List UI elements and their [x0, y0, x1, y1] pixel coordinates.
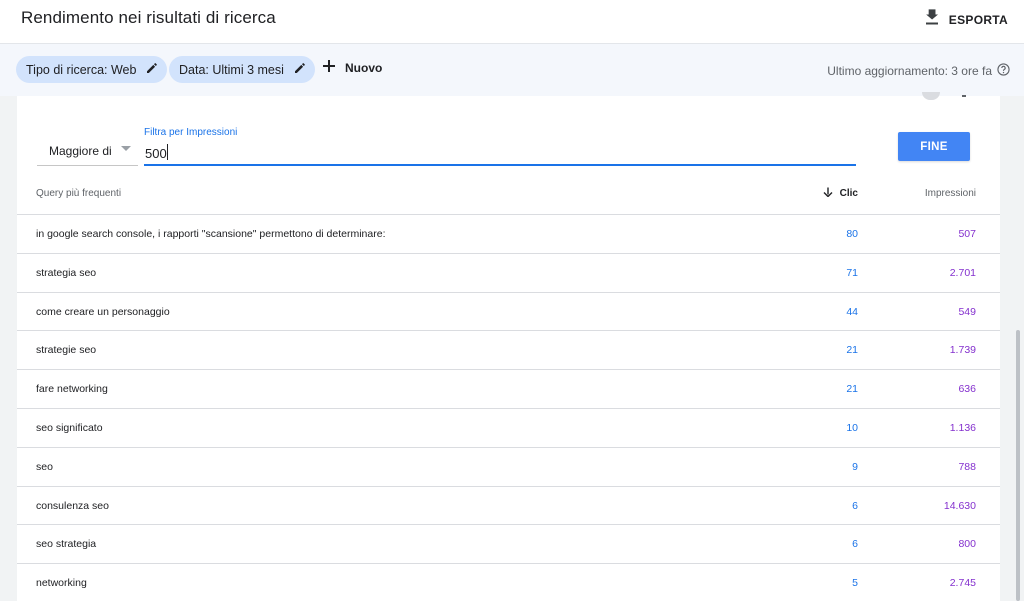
plus-icon	[321, 58, 337, 77]
page-scrollbar[interactable]	[1016, 330, 1020, 601]
clicks-cell: 6	[852, 538, 858, 551]
clicks-cell: 21	[846, 344, 858, 357]
impressions-cell: 2.701	[949, 266, 976, 279]
impressions-cell: 788	[958, 460, 976, 473]
column-header-clicks[interactable]: Clic	[823, 187, 858, 200]
filter-rows-icon[interactable]	[922, 92, 940, 100]
impressions-cell: 549	[958, 305, 976, 318]
pencil-icon	[146, 62, 158, 77]
page-title: Rendimento nei risultati di ricerca	[21, 8, 276, 27]
clicks-cell: 9	[852, 460, 858, 473]
column-header-clicks-label: Clic	[839, 188, 858, 199]
table-row[interactable]: strategie seo 21 1.739	[17, 331, 1000, 371]
done-button[interactable]: FINE	[898, 132, 970, 161]
table-row[interactable]: networking 5 2.745	[17, 564, 1000, 601]
impressions-cell: 14.630	[943, 499, 976, 512]
clicks-cell: 21	[846, 383, 858, 396]
table-row[interactable]: seo significato 10 1.136	[17, 409, 1000, 448]
text-cursor	[167, 144, 168, 160]
impressions-cell: 1.739	[949, 344, 976, 357]
clicks-cell: 6	[852, 499, 858, 512]
new-filter-label: Nuovo	[345, 60, 383, 75]
arrow-down-icon	[823, 187, 833, 200]
table-row[interactable]: seo 9 788	[17, 448, 1000, 487]
impressions-cell: 2.745	[949, 577, 976, 590]
clicks-cell: 71	[846, 266, 858, 279]
query-cell: seo significato	[36, 421, 103, 434]
query-cell: strategia seo	[36, 266, 97, 279]
table-row[interactable]: consulenza seo 6 14.630	[17, 487, 1000, 526]
value-field-label: Filtra per Impressioni	[144, 127, 238, 138]
table-row[interactable]: fare networking 21 636	[17, 370, 1000, 409]
clicks-cell: 5	[852, 577, 858, 590]
date-chip[interactable]: Data: Ultimi 3 mesi	[169, 56, 315, 83]
dropdown-caret-icon	[121, 146, 131, 151]
impressions-cell: 636	[958, 383, 976, 396]
query-cell: come creare un personaggio	[36, 305, 170, 318]
download-icon	[924, 9, 940, 30]
table-row[interactable]: in google search console, i rapporti "sc…	[17, 215, 1000, 254]
table-row[interactable]: seo strategia 6 800	[17, 525, 1000, 565]
table-body: in google search console, i rapporti "sc…	[17, 215, 1000, 601]
date-chip-label: Data: Ultimi 3 mesi	[179, 62, 284, 77]
table-row[interactable]: strategia seo 71 2.701	[17, 254, 1000, 293]
value-underline	[144, 164, 856, 166]
search-type-chip[interactable]: Tipo di ricerca: Web	[16, 56, 168, 83]
last-update-text: Ultimo aggiornamento: 3 ore fa	[827, 64, 992, 78]
clicks-cell: 44	[846, 305, 858, 318]
metric-filter-row: Maggiore di Filtra per Impressioni FINE	[17, 122, 1000, 168]
column-header-query[interactable]: Query più frequenti	[36, 188, 121, 199]
last-update: Ultimo aggiornamento: 3 ore fa	[827, 63, 1010, 79]
query-cell: fare networking	[36, 383, 108, 396]
queries-card: Maggiore di Filtra per Impressioni FINE …	[17, 92, 1000, 601]
more-icon[interactable]	[962, 95, 966, 97]
column-header-impressions[interactable]: Impressioni	[925, 188, 976, 199]
export-label: ESPORTA	[948, 12, 1008, 27]
table-header: Query più frequenti Clic Impressioni	[17, 176, 1000, 215]
card-top-controls	[922, 92, 966, 100]
impressions-cell: 1.136	[949, 421, 976, 434]
export-button[interactable]: ESPORTA	[924, 9, 1008, 30]
pencil-icon	[294, 62, 306, 77]
filter-bar: Tipo di ricerca: Web Data: Ultimi 3 mesi…	[0, 44, 1024, 96]
query-cell: networking	[36, 577, 87, 590]
value-input[interactable]	[144, 144, 856, 162]
impressions-cell: 507	[958, 228, 976, 240]
query-cell: consulenza seo	[36, 499, 109, 512]
search-type-chip-label: Tipo di ricerca: Web	[26, 62, 137, 77]
operator-select[interactable]: Maggiore di	[37, 140, 138, 162]
clicks-cell: 80	[846, 228, 858, 240]
table-row[interactable]: come creare un personaggio 44 549	[17, 293, 1000, 332]
query-cell: seo strategia	[36, 538, 97, 551]
new-filter-button[interactable]: Nuovo	[321, 58, 382, 77]
operator-underline	[37, 165, 138, 166]
impressions-cell: 800	[958, 538, 976, 551]
query-cell: in google search console, i rapporti "sc…	[36, 228, 386, 240]
query-cell: seo	[36, 460, 53, 473]
clicks-cell: 10	[846, 421, 858, 434]
help-circle-icon[interactable]	[997, 63, 1010, 79]
query-cell: strategie seo	[36, 344, 97, 357]
top-header: Rendimento nei risultati di ricerca ESPO…	[0, 0, 1024, 44]
operator-value: Maggiore di	[49, 144, 112, 158]
